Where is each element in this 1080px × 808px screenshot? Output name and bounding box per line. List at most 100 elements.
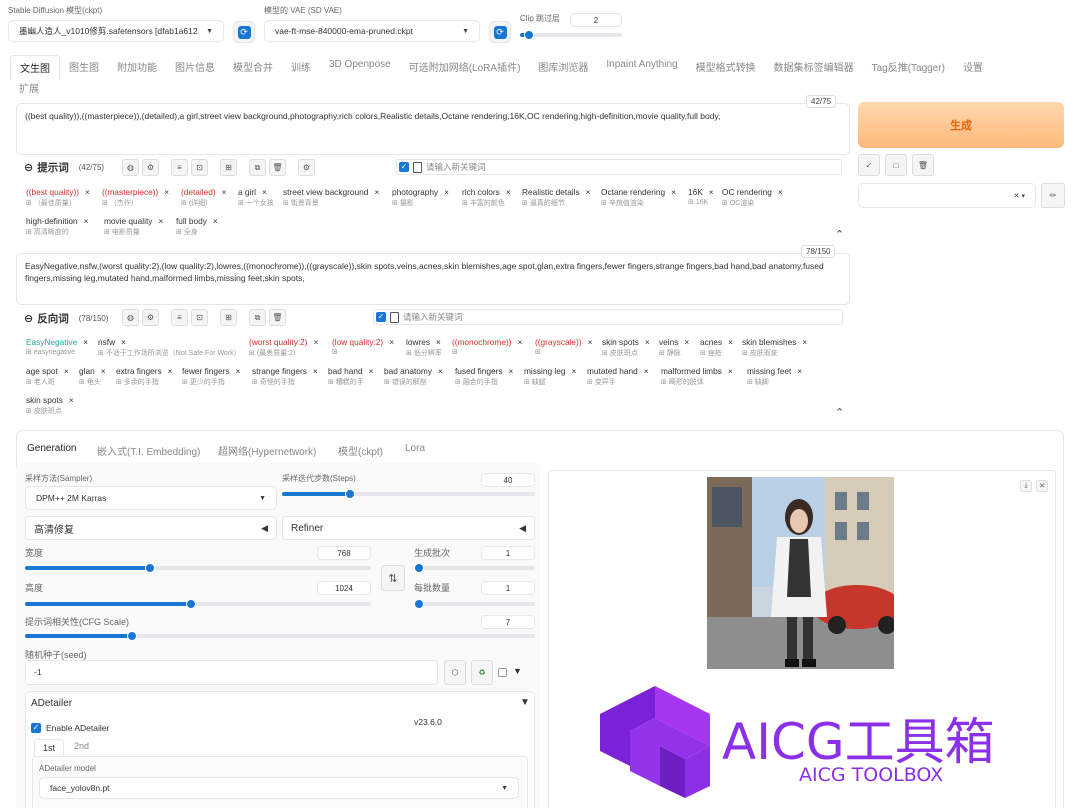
prompt-token[interactable]: Octane rendering × (601, 187, 676, 197)
remove-token-icon[interactable]: × (85, 187, 90, 197)
remove-token-icon[interactable]: × (236, 366, 241, 376)
remove-token-icon[interactable]: × (369, 366, 374, 376)
remove-token-icon[interactable]: × (438, 366, 443, 376)
history-icon[interactable]: ≡ (171, 309, 188, 326)
prompt-token[interactable]: (low quality:2) × (332, 337, 394, 347)
prompt-token[interactable]: missing leg × (524, 366, 576, 376)
remove-token-icon[interactable]: × (164, 187, 169, 197)
remove-token-icon[interactable]: × (644, 366, 649, 376)
tab-13[interactable]: 设置 (954, 55, 992, 80)
prompt-token[interactable]: mutated hand × (587, 366, 649, 376)
remove-token-icon[interactable]: × (517, 337, 522, 347)
prompt-token[interactable]: EasyNegative × (26, 337, 88, 347)
remove-token-icon[interactable]: × (314, 337, 319, 347)
prompt-keyword-input[interactable]: ✓ 请输入新关键词 (396, 159, 842, 175)
remove-token-icon[interactable]: × (778, 187, 783, 197)
tab-10[interactable]: 模型格式转换 (687, 55, 765, 80)
prompt-token[interactable]: missing feet × (747, 366, 802, 376)
globe-icon[interactable]: ◍ (122, 159, 139, 176)
slider-handle[interactable] (414, 599, 424, 609)
remove-token-icon[interactable]: × (84, 216, 89, 226)
prompt-token[interactable]: full body × (176, 216, 218, 226)
extra-seed-checkbox[interactable] (498, 668, 507, 677)
enable-adetailer-checkbox[interactable]: ✓ Enable ADetailer (31, 723, 109, 733)
prompt-token[interactable]: ((best quality)) × (26, 187, 90, 197)
prompt-token[interactable]: movie quality × (104, 216, 163, 226)
remove-token-icon[interactable]: × (802, 337, 807, 347)
tab-11[interactable]: 数据集标签编辑器 (765, 55, 863, 80)
clip-slider[interactable] (520, 30, 622, 40)
seed-input[interactable]: -1 (25, 660, 438, 685)
vae-refresh-button[interactable]: ⟳ (489, 21, 511, 43)
remove-token-icon[interactable]: × (158, 216, 163, 226)
height-input[interactable]: 1024 (317, 581, 371, 595)
edit-style-icon[interactable]: ✏ (1041, 183, 1065, 208)
prompt-token[interactable]: skin blemishes × (742, 337, 807, 347)
remove-token-icon[interactable]: × (728, 366, 733, 376)
steps-slider[interactable] (282, 489, 535, 499)
prompt-token[interactable]: high-definition × (26, 216, 89, 226)
recycle-icon[interactable]: ♻ (471, 660, 493, 685)
gen-tab-0[interactable]: Generation (27, 443, 76, 454)
remove-token-icon[interactable]: × (684, 337, 689, 347)
width-input[interactable]: 768 (317, 546, 371, 560)
slider-handle[interactable] (524, 30, 535, 40)
remove-token-icon[interactable]: × (444, 187, 449, 197)
prompt-token[interactable]: extra fingers × (116, 366, 173, 376)
remove-token-icon[interactable]: × (797, 366, 802, 376)
prompt-token[interactable]: acnes × (700, 337, 733, 347)
translate-icon[interactable]: ⊞ (220, 159, 237, 176)
prompt-token[interactable]: ((masterpiece)) × (102, 187, 169, 197)
width-slider[interactable] (25, 563, 371, 573)
collapse-icon[interactable]: ⊖ (24, 312, 33, 325)
model-refresh-button[interactable]: ⟳ (233, 21, 255, 43)
batch-size-input[interactable]: 1 (481, 581, 535, 595)
sampler-select[interactable]: DPM++ 2M Karras ▼ (25, 486, 277, 510)
prompt-token[interactable]: nsfw × (98, 337, 126, 347)
prompt-token[interactable]: glan × (79, 366, 106, 376)
prompt-token[interactable]: lowres × (406, 337, 441, 347)
translate-icon[interactable]: ⊞ (220, 309, 237, 326)
remove-token-icon[interactable]: × (588, 337, 593, 347)
gen-tab-4[interactable]: Lora (405, 443, 425, 454)
prompt-token[interactable]: street view background × (283, 187, 379, 197)
adetailer-model-select[interactable]: face_yolov8n.pt ▼ (39, 777, 519, 799)
prompt-token[interactable]: veins × (659, 337, 689, 347)
prompt-token[interactable]: ((grayscale)) × (535, 337, 592, 347)
gen-tab-1[interactable]: 嵌入式(T.I. Embedding) (97, 443, 200, 458)
remove-token-icon[interactable]: × (64, 366, 69, 376)
settings-icon[interactable]: ⚙ (298, 159, 315, 176)
triangle-down-icon[interactable]: ▼ (520, 697, 530, 708)
prompt-token[interactable]: age spot × (26, 366, 69, 376)
prompt-token[interactable]: rich colors × (462, 187, 511, 197)
gen-tab-3[interactable]: 模型(ckpt) (338, 443, 383, 458)
prompt-token[interactable]: OC rendering × (722, 187, 783, 197)
clip-input[interactable]: 2 (570, 13, 622, 27)
negative-textarea[interactable]: EasyNegative,nsfw,(worst quality:2),(low… (16, 253, 850, 305)
triangle-down-icon[interactable]: ▼ (513, 666, 522, 676)
remove-token-icon[interactable]: × (572, 366, 577, 376)
batch-count-input[interactable]: 1 (481, 546, 535, 560)
remove-token-icon[interactable]: × (728, 337, 733, 347)
bookmark-icon[interactable]: ⊡ (191, 159, 208, 176)
tab-extensions[interactable]: 扩展 (10, 76, 48, 99)
prompt-token[interactable]: malformed limbs × (661, 366, 733, 376)
globe-icon[interactable]: ◍ (122, 309, 139, 326)
remove-token-icon[interactable]: × (389, 337, 394, 347)
slider-handle[interactable] (144, 563, 155, 573)
remove-token-icon[interactable]: × (671, 187, 676, 197)
tab-6[interactable]: 3D Openpose (320, 55, 400, 80)
model-select[interactable]: 墨幽人造人_v1010修剪.safetensors [dfab1a612 ▼ (8, 20, 224, 42)
trash-icon[interactable]: 🗑 (912, 154, 934, 176)
remove-token-icon[interactable]: × (645, 337, 650, 347)
slider-handle[interactable] (414, 563, 424, 573)
remove-token-icon[interactable]: × (709, 187, 714, 197)
copy-icon[interactable]: ⧉ (249, 309, 266, 326)
remove-token-icon[interactable]: × (313, 366, 318, 376)
check-icon[interactable]: ✓ (858, 154, 880, 176)
tab-2[interactable]: 附加功能 (108, 55, 166, 80)
steps-input[interactable]: 40 (481, 473, 535, 487)
dice-icon[interactable]: ⬡ (444, 660, 466, 685)
remove-token-icon[interactable]: × (168, 366, 173, 376)
prompt-token[interactable]: (worst quality:2) × (249, 337, 318, 347)
